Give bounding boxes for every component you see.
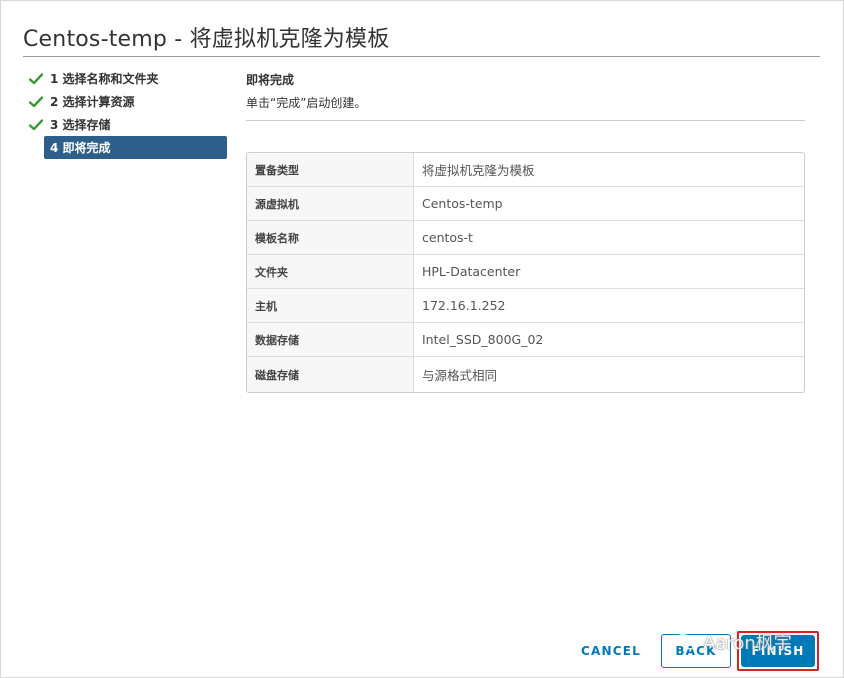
wizard-steps: 1 选择名称和文件夹 2 选择计算资源 3 选择存储 4 即将完成 xyxy=(29,67,229,159)
step-1-select-name-folder[interactable]: 1 选择名称和文件夹 xyxy=(29,67,229,90)
row-label: 置备类型 xyxy=(247,153,414,186)
step-label: 2 选择计算资源 xyxy=(50,95,135,109)
summary-table: 置备类型 将虚拟机克隆为模板 源虚拟机 Centos-temp 模板名称 cen… xyxy=(246,152,805,393)
checkmark-icon xyxy=(29,72,45,85)
step-2-select-compute-resource[interactable]: 2 选择计算资源 xyxy=(29,90,229,113)
row-label: 源虚拟机 xyxy=(247,187,414,220)
table-row: 模板名称 centos-t xyxy=(247,221,804,255)
section-description: 单击“完成”启动创建。 xyxy=(246,96,367,110)
row-value: Centos-temp xyxy=(422,196,503,211)
row-value: 将虚拟机克隆为模板 xyxy=(422,163,535,178)
clone-to-template-dialog: Centos-temp - 将虚拟机克隆为模板 1 选择名称和文件夹 2 选择计… xyxy=(0,0,844,678)
row-label: 磁盘存储 xyxy=(247,357,414,392)
cancel-button[interactable]: CANCEL xyxy=(567,636,655,666)
row-label: 数据存储 xyxy=(247,323,414,356)
content-divider xyxy=(246,120,805,121)
content-header: 即将完成 单击“完成”启动创建。 xyxy=(246,71,805,121)
table-row: 磁盘存储 与源格式相同 xyxy=(247,357,804,392)
row-value: 172.16.1.252 xyxy=(422,298,506,313)
section-title: 即将完成 xyxy=(246,73,295,87)
row-value: Intel_SSD_800G_02 xyxy=(422,332,544,347)
row-label: 模板名称 xyxy=(247,221,414,254)
table-row: 数据存储 Intel_SSD_800G_02 xyxy=(247,323,804,357)
table-row: 源虚拟机 Centos-temp xyxy=(247,187,804,221)
dialog-title: Centos-temp - 将虚拟机克隆为模板 xyxy=(23,27,390,52)
row-label: 主机 xyxy=(247,289,414,322)
checkmark-icon xyxy=(29,95,45,108)
step-label: 3 选择存储 xyxy=(50,118,111,132)
watermark: Aaron枫宇 xyxy=(675,629,792,655)
table-row: 主机 172.16.1.252 xyxy=(247,289,804,323)
title-divider xyxy=(23,56,820,57)
watermark-text: Aaron枫宇 xyxy=(703,633,792,654)
row-value: HPL-Datacenter xyxy=(422,264,521,279)
step-4-ready-to-complete[interactable]: 4 即将完成 xyxy=(44,136,227,159)
checkmark-icon xyxy=(29,118,45,131)
step-3-select-storage[interactable]: 3 选择存储 xyxy=(29,113,229,136)
row-value: 与源格式相同 xyxy=(422,368,498,383)
step-label: 4 即将完成 xyxy=(50,141,111,155)
wechat-icon xyxy=(675,633,697,651)
row-label: 文件夹 xyxy=(247,255,414,288)
table-row: 文件夹 HPL-Datacenter xyxy=(247,255,804,289)
table-row: 置备类型 将虚拟机克隆为模板 xyxy=(247,153,804,187)
step-label: 1 选择名称和文件夹 xyxy=(50,72,159,86)
row-value: centos-t xyxy=(422,230,473,245)
